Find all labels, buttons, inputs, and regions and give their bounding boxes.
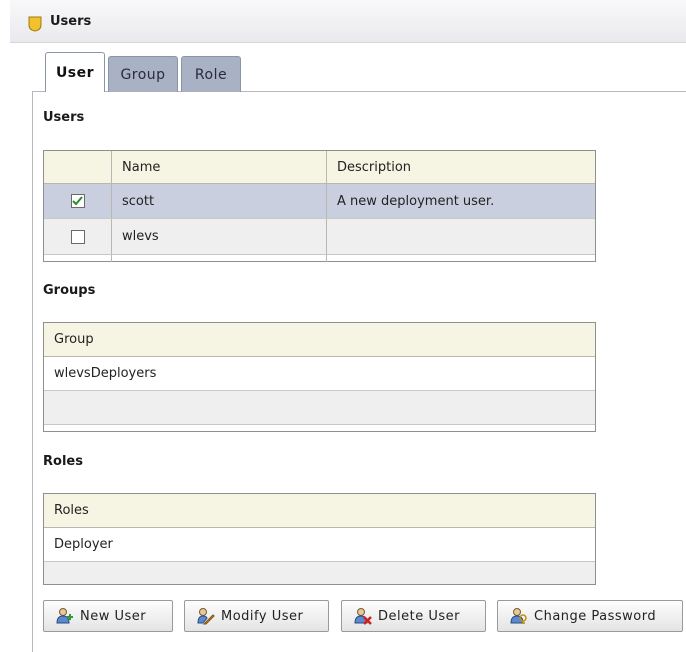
user-name-cell: wlevs xyxy=(111,219,326,254)
table-header: Roles xyxy=(44,494,595,528)
panel-title: Users xyxy=(50,14,92,29)
edit-user-icon xyxy=(197,608,215,625)
button-label: Modify User xyxy=(221,608,304,624)
shield-icon xyxy=(28,16,42,32)
tab-label: Role xyxy=(194,66,228,83)
row-checkbox[interactable] xyxy=(70,229,85,244)
column-header-roles[interactable]: Roles xyxy=(44,494,595,527)
checkmark-icon xyxy=(72,196,83,206)
tab-label: Group xyxy=(120,66,166,83)
groups-table: Group wlevsDeployers xyxy=(43,322,596,432)
table-row[interactable]: wlevs xyxy=(44,219,595,254)
roles-table: Roles Deployer xyxy=(43,493,596,585)
table-header: Name Description xyxy=(44,151,595,184)
users-section-title: Users xyxy=(43,110,85,125)
delete-user-icon xyxy=(354,608,372,625)
user-name-cell: scott xyxy=(111,184,326,218)
button-label: Delete User xyxy=(378,608,460,624)
modify-user-button[interactable]: Modify User xyxy=(184,600,329,632)
table-row[interactable]: scott A new deployment user. xyxy=(44,184,595,219)
roles-section-title: Roles xyxy=(43,454,83,469)
column-header-description[interactable]: Description xyxy=(326,151,595,183)
table-row-partial xyxy=(44,254,595,262)
group-name-cell: wlevsDeployers xyxy=(54,366,157,381)
delete-user-button[interactable]: Delete User xyxy=(341,600,486,632)
tab-user[interactable]: User xyxy=(45,52,105,92)
users-table: Name Description scott A new deployment … xyxy=(43,150,596,262)
user-description-cell xyxy=(326,219,595,254)
table-row[interactable]: wlevsDeployers xyxy=(44,357,595,391)
column-header-select xyxy=(44,151,111,183)
tab-group[interactable]: Group xyxy=(108,56,178,92)
table-row[interactable]: Deployer xyxy=(44,528,595,562)
change-password-icon xyxy=(510,608,527,624)
table-row[interactable] xyxy=(44,562,595,584)
user-description-cell: A new deployment user. xyxy=(326,184,595,218)
new-user-button[interactable]: New User xyxy=(43,600,173,632)
table-row[interactable] xyxy=(44,391,595,425)
column-header-name[interactable]: Name xyxy=(111,151,326,183)
role-name-cell: Deployer xyxy=(54,537,113,552)
button-label: Change Password xyxy=(534,608,657,624)
row-checkbox[interactable] xyxy=(70,194,85,208)
column-header-group[interactable]: Group xyxy=(44,323,595,356)
tab-role[interactable]: Role xyxy=(181,56,241,92)
button-label: New User xyxy=(80,608,147,624)
role-name-cell xyxy=(44,562,595,584)
group-name-cell xyxy=(44,391,595,424)
table-header: Group xyxy=(44,323,595,357)
panel-header: Users xyxy=(10,0,686,43)
tab-label: User xyxy=(55,64,95,81)
change-password-button[interactable]: Change Password xyxy=(497,600,683,632)
add-user-icon xyxy=(56,608,73,624)
groups-section-title: Groups xyxy=(43,283,96,298)
